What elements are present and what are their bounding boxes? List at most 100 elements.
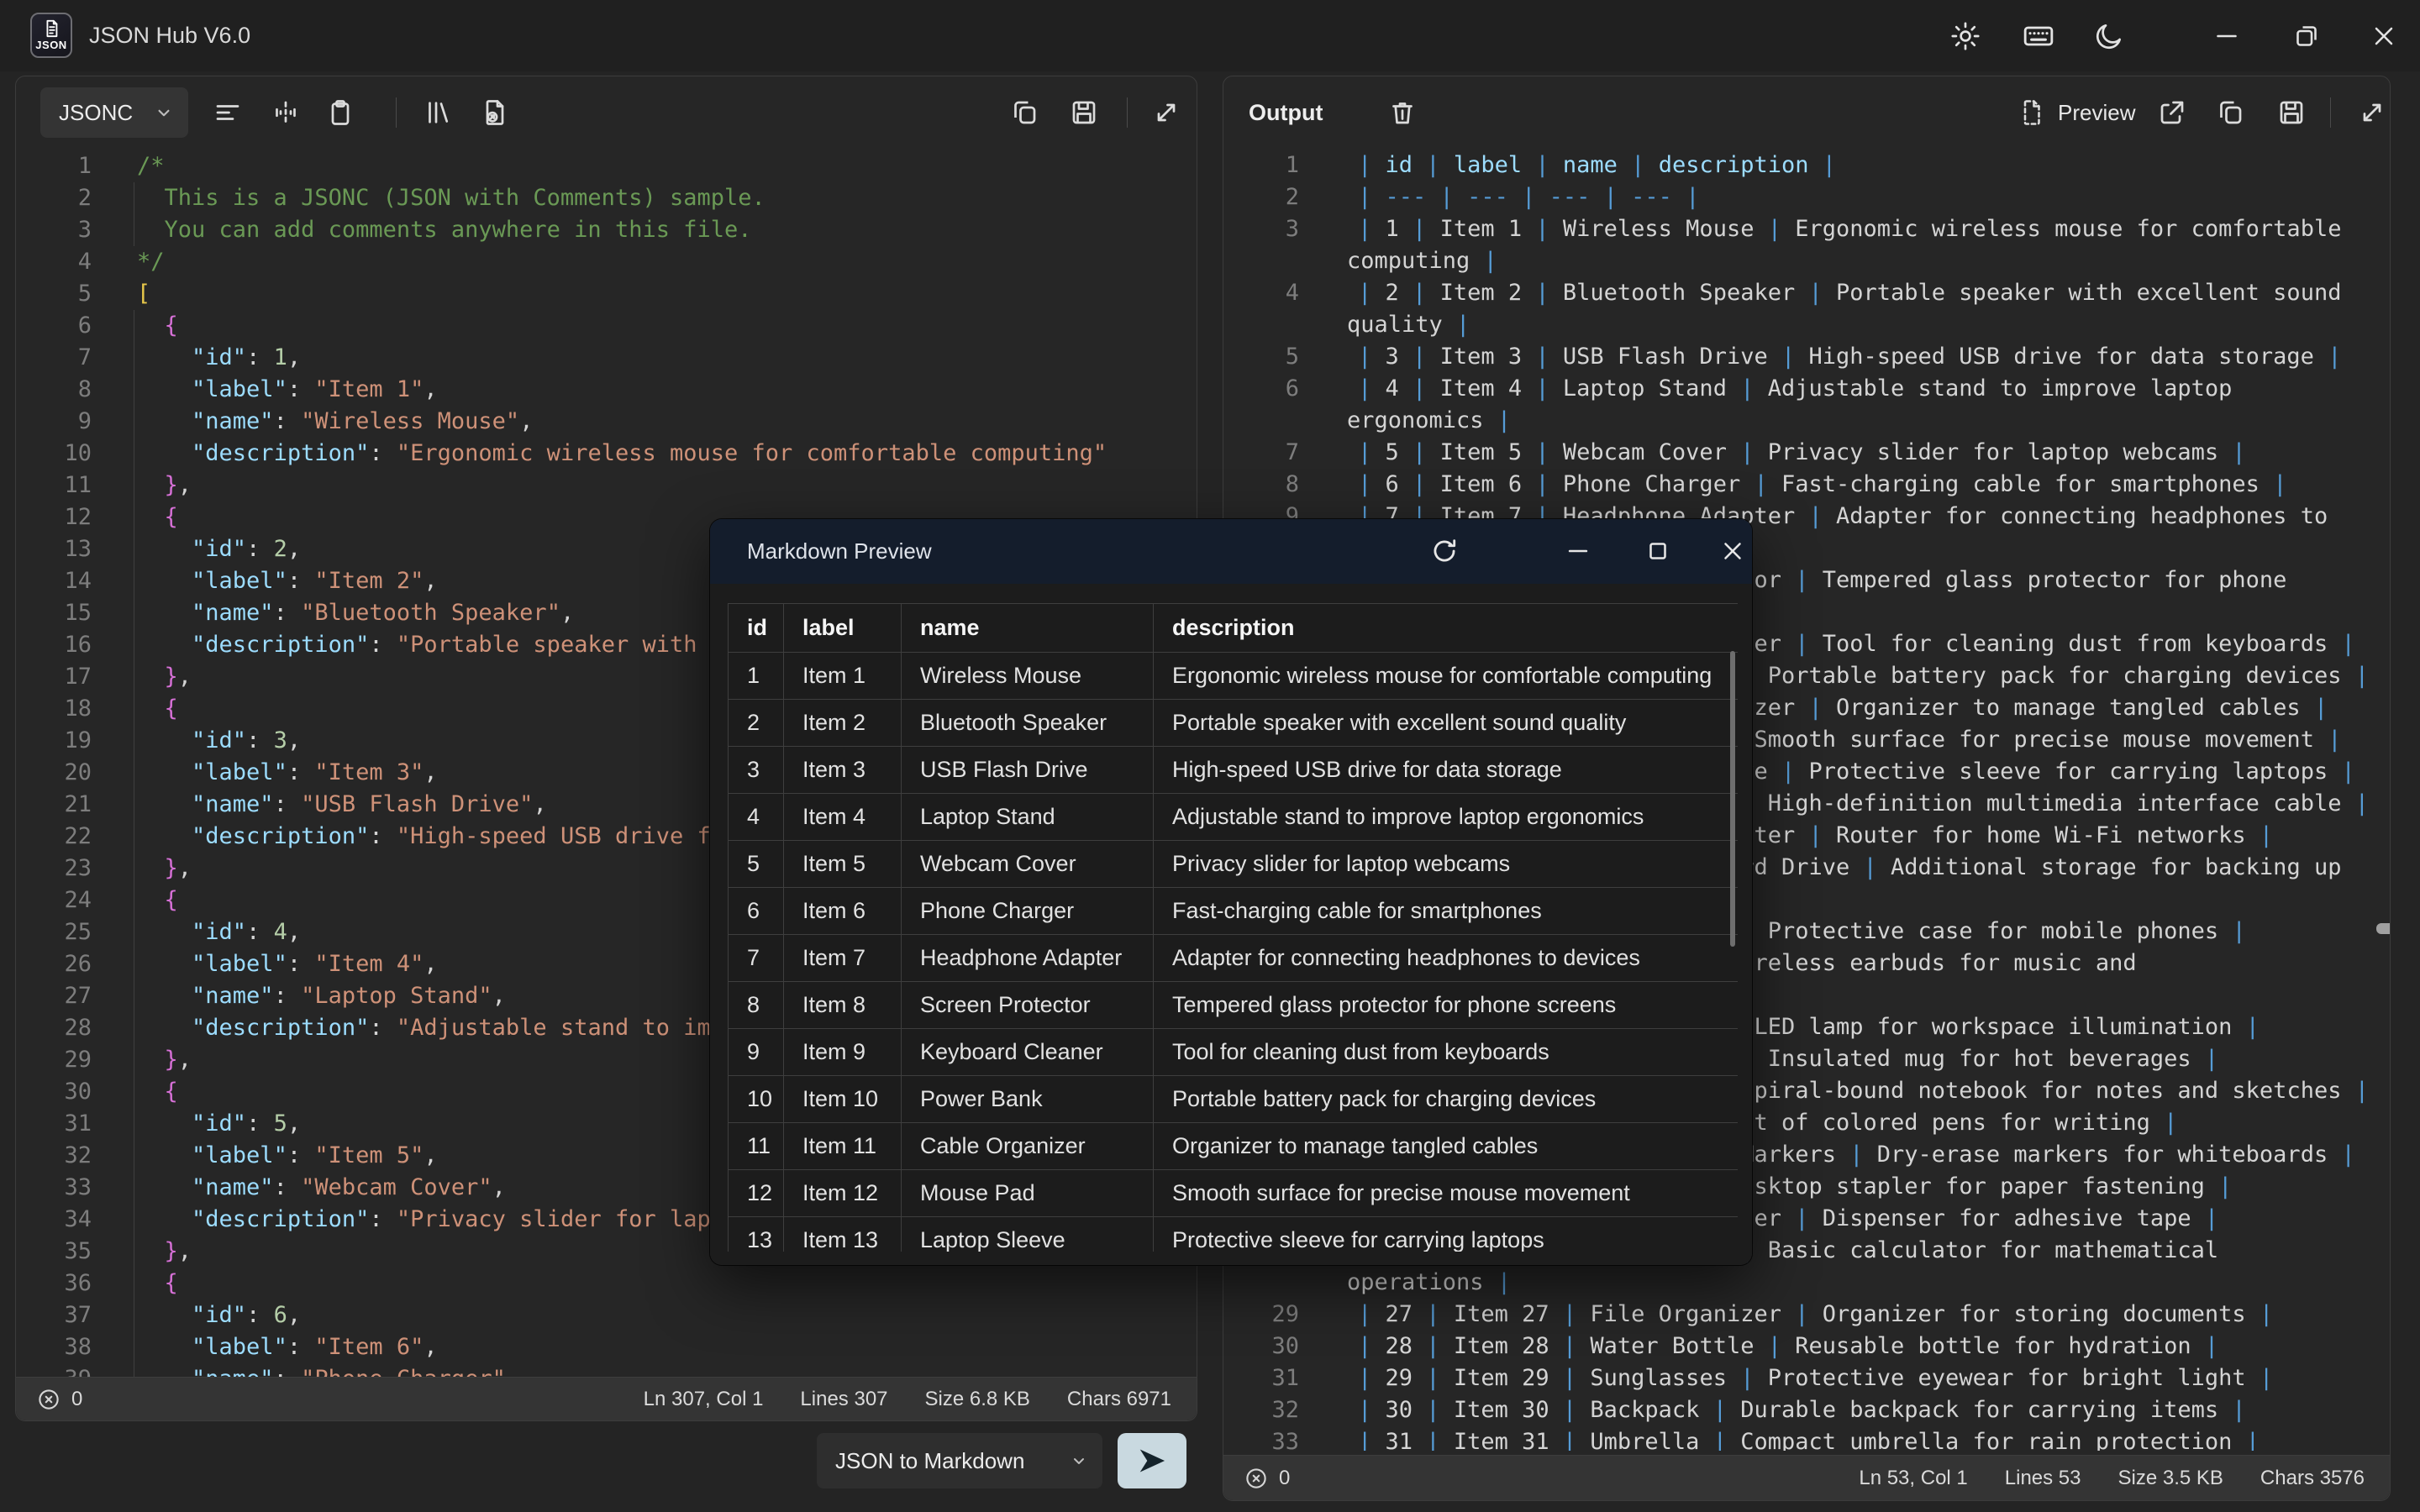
- output-line[interactable]: 30| 28 | Item 28 | Water Bottle | Reusab…: [1223, 1331, 2390, 1362]
- code-line[interactable]: 1/*: [16, 150, 1197, 182]
- output-line[interactable]: quality |: [1223, 309, 2390, 341]
- code-text: "label": "Item 5",: [137, 1140, 438, 1172]
- table-cell: Item 5: [784, 841, 902, 888]
- library-icon[interactable]: [422, 96, 455, 129]
- table-cell: Organizer to manage tangled cables: [1154, 1123, 1739, 1170]
- code-line[interactable]: 7 "id": 1,: [16, 342, 1197, 374]
- expand-icon[interactable]: [1150, 96, 1183, 129]
- code-line[interactable]: 39 "name": "Phone Charger",: [16, 1363, 1197, 1377]
- code-line[interactable]: 9 "name": "Wireless Mouse",: [16, 406, 1197, 438]
- language-dropdown-label: JSONC: [40, 100, 153, 126]
- output-line[interactable]: 5| 3 | Item 3 | USB Flash Drive | High-s…: [1223, 341, 2390, 373]
- table-cell: Item 7: [784, 935, 902, 982]
- copy-icon[interactable]: [1007, 96, 1041, 129]
- code-line[interactable]: 11 },: [16, 470, 1197, 501]
- save-icon[interactable]: [2275, 96, 2308, 129]
- chevron-down-icon: [153, 102, 175, 123]
- app-window: { "titlebar": { "app_title": "JSON Hub V…: [0, 0, 2420, 1512]
- refresh-icon[interactable]: [1428, 534, 1461, 568]
- table-cell: 13: [729, 1217, 784, 1252]
- output-text: | 3 | Item 3 | USB Flash Drive | High-sp…: [1358, 341, 2341, 373]
- output-line[interactable]: 1| id | label | name | description |: [1223, 150, 2390, 181]
- output-line[interactable]: ergonomics |: [1223, 405, 2390, 437]
- file-size: Size 3.5 KB: [2118, 1467, 2223, 1490]
- paste-clipboard-icon[interactable]: [324, 96, 357, 129]
- output-line[interactable]: 7| 5 | Item 5 | Webcam Cover | Privacy s…: [1223, 437, 2390, 469]
- code-line[interactable]: 4*/: [16, 246, 1197, 278]
- output-line[interactable]: computing |: [1223, 245, 2390, 277]
- table-cell: 1: [729, 653, 784, 700]
- trash-icon[interactable]: [1386, 96, 1419, 129]
- minimize-icon[interactable]: [2209, 18, 2244, 54]
- code-line[interactable]: 3 You can add comments anywhere in this …: [16, 214, 1197, 246]
- error-count-icon: [1244, 1466, 1269, 1491]
- table-cell: Adjustable stand to improve laptop ergon…: [1154, 794, 1739, 841]
- close-icon[interactable]: [2366, 18, 2402, 54]
- code-text: "id": 4,: [137, 916, 301, 948]
- conversion-mode-dropdown[interactable]: JSON to Markdown: [817, 1433, 1102, 1488]
- code-line[interactable]: 10 "description": "Ergonomic wireless mo…: [16, 438, 1197, 470]
- table-cell: Item 4: [784, 794, 902, 841]
- code-line[interactable]: 2 This is a JSONC (JSON with Comments) s…: [16, 182, 1197, 214]
- scrollbar-thumb[interactable]: [1730, 651, 1735, 947]
- output-line[interactable]: 32| 30 | Item 30 | Backpack | Durable ba…: [1223, 1394, 2390, 1426]
- code-line[interactable]: 8 "label": "Item 1",: [16, 374, 1197, 406]
- code-text: "name": "USB Flash Drive",: [137, 789, 547, 821]
- convert-send-button[interactable]: [1118, 1433, 1186, 1488]
- output-line[interactable]: 2| --- | --- | --- | --- |: [1223, 181, 2390, 213]
- line-number: 20: [16, 757, 92, 789]
- close-icon[interactable]: [1716, 534, 1749, 568]
- output-line[interactable]: 6| 4 | Item 4 | Laptop Stand | Adjustabl…: [1223, 373, 2390, 405]
- output-line[interactable]: 3| 1 | Item 1 | Wireless Mouse | Ergonom…: [1223, 213, 2390, 245]
- code-line[interactable]: 37 "id": 6,: [16, 1299, 1197, 1331]
- table-cell: High-speed USB drive for data storage: [1154, 747, 1739, 794]
- output-text: | 1 | Item 1 | Wireless Mouse | Ergonomi…: [1358, 213, 2341, 245]
- copy-icon[interactable]: [2213, 96, 2247, 129]
- output-text: | 29 | Item 29 | Sunglasses | Protective…: [1358, 1362, 2273, 1394]
- language-dropdown[interactable]: JSONC: [40, 87, 188, 138]
- table-cell: Laptop Sleeve: [902, 1217, 1154, 1252]
- table-cell: Item 2: [784, 700, 902, 747]
- output-line[interactable]: 29| 27 | Item 27 | File Organizer | Orga…: [1223, 1299, 2390, 1331]
- line-count: Lines 307: [800, 1388, 887, 1411]
- line-number: 16: [16, 629, 92, 661]
- share-icon[interactable]: [2155, 96, 2189, 129]
- output-line[interactable]: 8| 6 | Item 6 | Phone Charger | Fast-cha…: [1223, 469, 2390, 501]
- code-line[interactable]: 6 {: [16, 310, 1197, 342]
- table-cell: Item 13: [784, 1217, 902, 1252]
- export-file-icon[interactable]: [478, 96, 512, 129]
- maximize-icon[interactable]: [1641, 534, 1675, 568]
- output-line[interactable]: 33| 31 | Item 31 | Umbrella | Compact um…: [1223, 1426, 2390, 1451]
- code-text: "id": 5,: [137, 1108, 301, 1140]
- restore-window-icon[interactable]: [2289, 18, 2324, 54]
- output-line[interactable]: operations |: [1223, 1267, 2390, 1299]
- preview-table: idlabelnamedescription 1Item 1Wireless M…: [728, 603, 1738, 1252]
- scrollbar-thumb[interactable]: [2376, 923, 2391, 934]
- line-number: 37: [16, 1299, 92, 1331]
- keyboard-icon[interactable]: [2021, 18, 2056, 54]
- preview-button[interactable]: Preview: [2018, 93, 2135, 132]
- code-line[interactable]: 36 {: [16, 1268, 1197, 1299]
- code-line[interactable]: 38 "label": "Item 6",: [16, 1331, 1197, 1363]
- code-text: "label": "Item 2",: [137, 565, 438, 597]
- code-text: },: [137, 470, 192, 501]
- preview-window-titlebar[interactable]: Markdown Preview: [710, 519, 1752, 584]
- conversion-mode-label: JSON to Markdown: [817, 1448, 1069, 1474]
- problems-count: 0: [71, 1388, 82, 1411]
- minimize-icon[interactable]: [1561, 534, 1595, 568]
- dark-mode-moon-icon[interactable]: [2091, 18, 2127, 54]
- format-icon[interactable]: [211, 96, 245, 129]
- line-number: 23: [16, 853, 92, 885]
- settings-gear-icon[interactable]: [1948, 18, 1983, 54]
- table-cell: Item 6: [784, 888, 902, 935]
- code-line[interactable]: 5[: [16, 278, 1197, 310]
- error-count-icon: [36, 1387, 61, 1412]
- table-header-cell: id: [729, 604, 784, 653]
- output-line[interactable]: 4| 2 | Item 2 | Bluetooth Speaker | Port…: [1223, 277, 2390, 309]
- save-icon[interactable]: [1067, 96, 1101, 129]
- output-text: | 6 | Item 6 | Phone Charger | Fast-char…: [1358, 469, 2286, 501]
- expand-icon[interactable]: [2355, 96, 2389, 129]
- output-line[interactable]: 31| 29 | Item 29 | Sunglasses | Protecti…: [1223, 1362, 2390, 1394]
- minify-icon[interactable]: [269, 96, 302, 129]
- table-row: 13Item 13Laptop SleeveProtective sleeve …: [729, 1217, 1739, 1252]
